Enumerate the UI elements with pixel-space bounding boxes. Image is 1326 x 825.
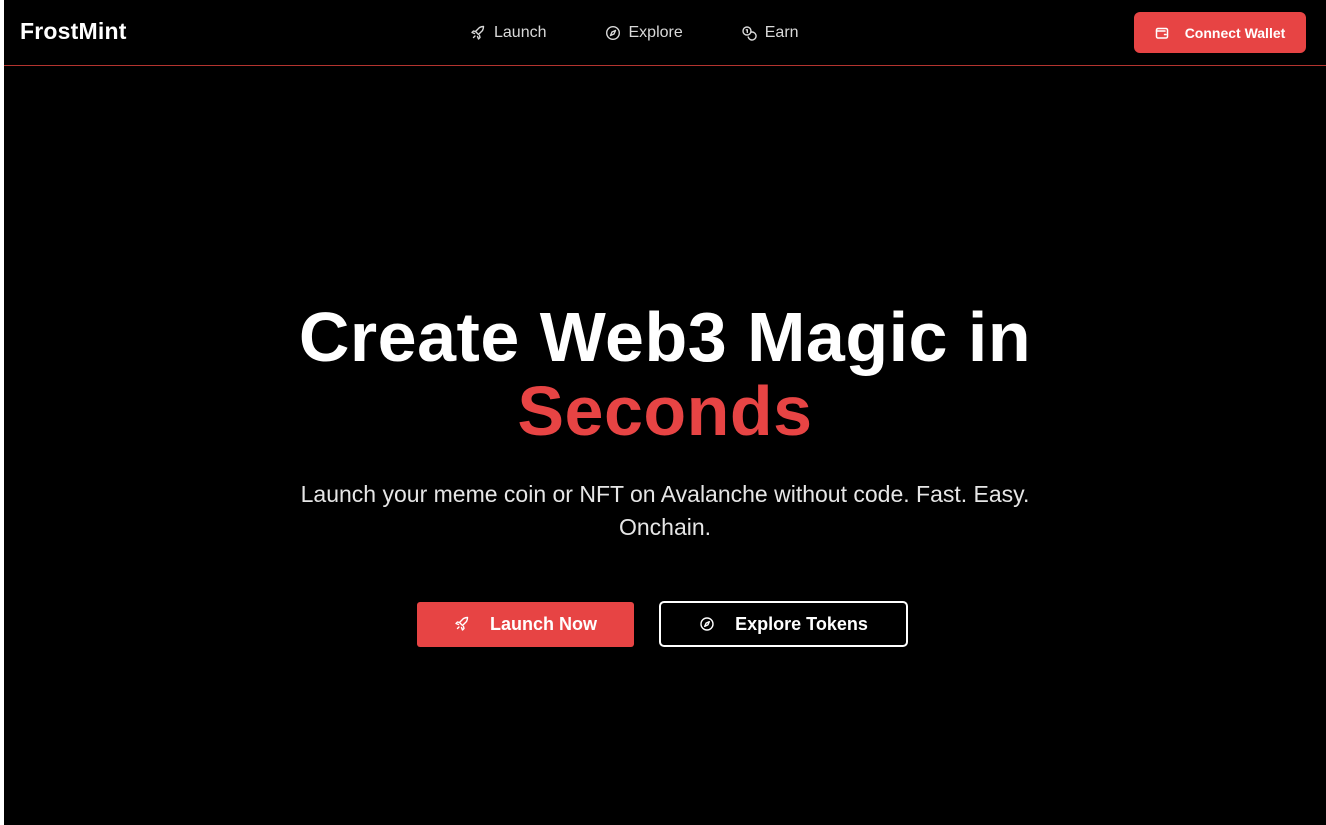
hero-title: Create Web3 Magic in Seconds [4, 300, 1326, 448]
brand-logo[interactable]: FrostMint [20, 18, 127, 45]
launch-now-button[interactable]: Launch Now [417, 601, 634, 647]
rocket-icon [470, 25, 486, 41]
explore-tokens-label: Explore Tokens [735, 613, 868, 634]
nav-explore[interactable]: Explore [605, 24, 683, 42]
nav-explore-label: Explore [628, 24, 683, 41]
rocket-icon [454, 616, 470, 632]
hero-subtitle: Launch your meme coin or NFT on Avalanch… [300, 481, 1030, 540]
compass-icon [605, 25, 621, 41]
nav-launch[interactable]: Launch [470, 24, 547, 42]
launch-now-label: Launch Now [490, 613, 597, 634]
hero-title-accent: Seconds [517, 372, 813, 450]
connect-wallet-label: Connect Wallet [1184, 24, 1286, 41]
hero-section: Create Web3 Magic in Seconds Launch your… [4, 300, 1326, 544]
nav-launch-label: Launch [494, 24, 547, 41]
main-nav: Launch Explore Earn [470, 22, 857, 44]
coins-icon [741, 25, 757, 41]
page: FrostMint Launch Explore Earn Connect Wa… [0, 0, 1326, 825]
explore-tokens-button[interactable]: Explore Tokens [659, 601, 908, 647]
nav-earn[interactable]: Earn [741, 24, 799, 42]
top-navbar: FrostMint Launch Explore Earn Connect Wa… [4, 0, 1326, 66]
wallet-icon [1155, 26, 1169, 40]
hero-cta-row: Launch Now Explore Tokens [417, 601, 908, 647]
hero-title-main: Create Web3 Magic in [298, 298, 1032, 376]
connect-wallet-button[interactable]: Connect Wallet [1134, 12, 1306, 53]
compass-icon [699, 616, 715, 632]
nav-earn-label: Earn [764, 24, 799, 41]
